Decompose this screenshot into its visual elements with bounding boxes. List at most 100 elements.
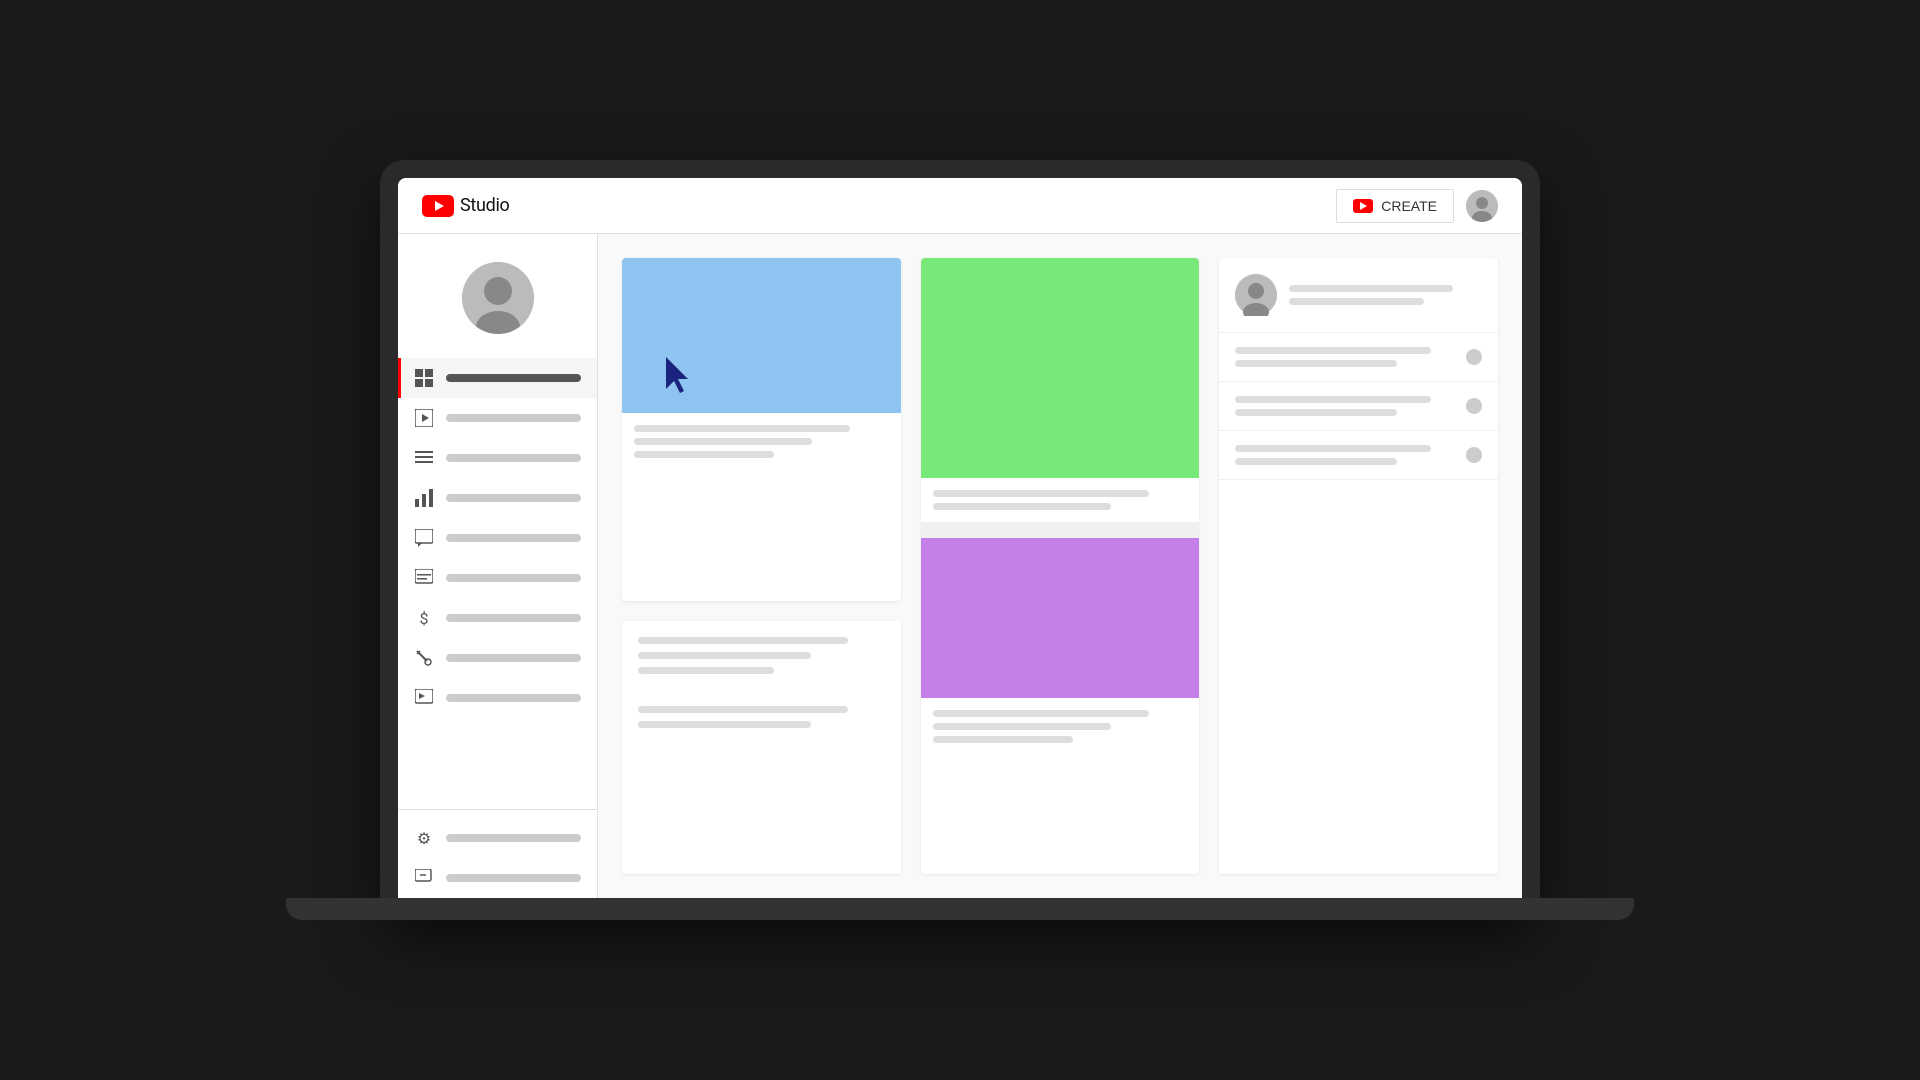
playlists-icon (414, 448, 434, 468)
card-2-details-top (921, 478, 1200, 522)
card-4-spacer (638, 682, 885, 698)
card-3-profile-header (1219, 258, 1498, 333)
main-content (598, 234, 1522, 898)
youtube-studio-logo: Studio (422, 195, 510, 217)
content-card-4 (622, 621, 901, 875)
card-3-channel-avatar (1235, 274, 1277, 316)
card-3-item-3-lines (1235, 445, 1466, 465)
card-3-profile-lines (1289, 285, 1482, 305)
laptop-base (286, 898, 1635, 920)
sidebar-item-audiolib[interactable] (398, 678, 597, 718)
sidebar-item-playlists[interactable] (398, 438, 597, 478)
cursor-icon (666, 357, 698, 395)
sidebar-feedback-label (446, 874, 581, 882)
card-2-details-bottom (921, 698, 1200, 755)
sidebar-nav-items: $ (398, 358, 597, 809)
card-3-avatar-icon (1235, 274, 1277, 316)
card-1-thumbnail (622, 258, 901, 413)
sidebar-dashboard-label (446, 374, 581, 382)
card-2-green-thumbnail (921, 258, 1200, 478)
card-3-profile-line-1 (1289, 285, 1453, 292)
card-2-line-1 (933, 490, 1149, 497)
card-4-line-1 (638, 637, 848, 644)
customization-icon (414, 648, 434, 668)
card-3-item-2-line-1 (1235, 396, 1431, 403)
card-3-item-3-line-1 (1235, 445, 1431, 452)
card-3-list (1219, 333, 1498, 480)
card-3-profile-line-2 (1289, 298, 1424, 305)
sidebar-customization-label (446, 654, 581, 662)
feedback-icon (414, 868, 434, 888)
comments-icon (414, 528, 434, 548)
card-3-item-1-lines (1235, 347, 1466, 367)
card-2-purple-thumbnail (921, 538, 1200, 698)
create-label: CREATE (1381, 198, 1437, 214)
card-2-divider (921, 522, 1200, 538)
body-layout: $ (398, 234, 1522, 898)
sidebar-analytics-label (446, 494, 581, 502)
sidebar-settings-label (446, 834, 581, 842)
youtube-icon (422, 195, 454, 217)
sidebar-item-dashboard[interactable] (398, 358, 597, 398)
card-4-line-5 (638, 721, 811, 728)
monetization-icon: $ (414, 608, 434, 628)
sidebar: $ (398, 234, 598, 898)
sidebar-item-customization[interactable] (398, 638, 597, 678)
card-4-line-2 (638, 652, 811, 659)
card-3-list-item-3 (1219, 431, 1498, 480)
studio-label: Studio (460, 195, 510, 216)
content-card-3 (1219, 258, 1498, 874)
content-card-2 (921, 258, 1200, 874)
sidebar-item-subtitles[interactable] (398, 558, 597, 598)
settings-icon: ⚙ (414, 828, 434, 848)
analytics-icon (414, 488, 434, 508)
laptop-screen: Studio CREATE (398, 178, 1522, 898)
channel-avatar-icon (462, 262, 534, 334)
sidebar-item-monetization[interactable]: $ (398, 598, 597, 638)
card-1-details (622, 413, 901, 470)
sidebar-monetization-label (446, 614, 581, 622)
sidebar-bottom-items: ⚙ (398, 809, 597, 898)
app-container: Studio CREATE (398, 178, 1522, 898)
sidebar-avatar-section (398, 246, 597, 350)
card-3-item-3-line-2 (1235, 458, 1396, 465)
card-3-item-3-dot (1466, 447, 1482, 463)
card-1-line-2 (634, 438, 812, 445)
content-card-1 (622, 258, 901, 601)
create-button[interactable]: CREATE (1336, 189, 1454, 223)
card-3-item-2-lines (1235, 396, 1466, 416)
card-1-line-1 (634, 425, 850, 432)
card-3-item-2-line-2 (1235, 409, 1396, 416)
sidebar-item-settings[interactable]: ⚙ (398, 818, 597, 858)
card-4-details (622, 621, 901, 744)
card-2-line-4 (933, 723, 1111, 730)
card-3-item-1-line-1 (1235, 347, 1431, 354)
sidebar-item-feedback[interactable] (398, 858, 597, 898)
header: Studio CREATE (398, 178, 1522, 234)
card-1-line-3 (634, 451, 774, 458)
card-4-line-3 (638, 667, 774, 674)
audiolib-icon (414, 688, 434, 708)
sidebar-item-comments[interactable] (398, 518, 597, 558)
account-avatar-button[interactable] (1466, 190, 1498, 222)
create-video-icon (1353, 199, 1373, 213)
sidebar-playlists-label (446, 454, 581, 462)
sidebar-item-analytics[interactable] (398, 478, 597, 518)
sidebar-audiolib-label (446, 694, 581, 702)
laptop-frame: Studio CREATE (380, 160, 1540, 920)
card-2-line-5 (933, 736, 1073, 743)
sidebar-content-label (446, 414, 581, 422)
sidebar-channel-avatar (462, 262, 534, 334)
dashboard-icon (414, 368, 434, 388)
card-3-list-item-2 (1219, 382, 1498, 431)
sidebar-item-content[interactable] (398, 398, 597, 438)
card-3-list-item-1 (1219, 333, 1498, 382)
sidebar-comments-label (446, 534, 581, 542)
card-3-item-1-line-2 (1235, 360, 1396, 367)
card-2-line-2 (933, 503, 1111, 510)
card-4-line-4 (638, 706, 848, 713)
sidebar-subtitles-label (446, 574, 581, 582)
content-icon (414, 408, 434, 428)
account-icon (1466, 190, 1498, 222)
header-right: CREATE (1336, 189, 1498, 223)
